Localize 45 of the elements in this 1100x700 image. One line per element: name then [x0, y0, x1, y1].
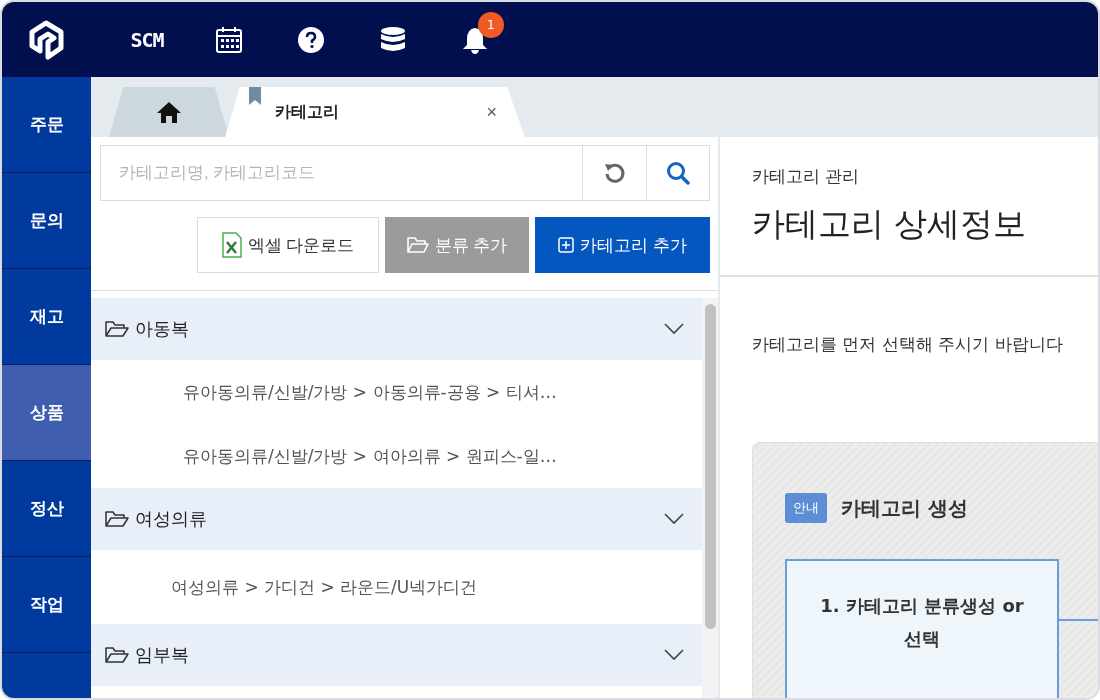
- database-icon[interactable]: [380, 25, 406, 54]
- folder-icon: [105, 510, 129, 528]
- page-title: 카테고리 상세정보: [752, 203, 1028, 245]
- chevron-down-icon: [664, 513, 684, 525]
- category-item[interactable]: 유아동의류/신발/가방 > 아동의류-공용 > 티셔…: [91, 360, 702, 424]
- group-name: 임부복: [135, 643, 189, 667]
- category-item[interactable]: 유아동의류/신발/가방 > 여아의류 > 원피스-일…: [91, 424, 702, 488]
- home-tab[interactable]: [109, 87, 229, 137]
- sidebar-item[interactable]: 상품: [2, 365, 91, 461]
- spreadsheet-icon: [221, 232, 242, 258]
- category-item[interactable]: 여성의류 > 가디건 > 라운드/U넥가디건: [91, 550, 702, 624]
- step-box: 1. 카테고리 분류생성 or 선택: [785, 559, 1059, 698]
- logo-icon[interactable]: [28, 19, 64, 60]
- folder-icon: [105, 646, 129, 664]
- group-name: 여성의류: [135, 507, 207, 531]
- tab-label: 카테고리: [275, 101, 339, 123]
- group-name: 아동복: [135, 317, 189, 341]
- plus-square-icon: [558, 237, 575, 253]
- refresh-icon: [603, 162, 626, 184]
- bell-icon[interactable]: [462, 25, 488, 54]
- category-group[interactable]: 여성의류: [91, 488, 702, 550]
- empty-message: 카테고리를 먼저 선택해 주시기 바랍니다: [752, 333, 1064, 356]
- notification-badge: 1: [478, 11, 504, 38]
- reset-button[interactable]: [582, 145, 646, 201]
- close-button[interactable]: ×: [486, 101, 497, 123]
- guide-badge: 안내: [785, 493, 827, 523]
- connector-line: [1059, 619, 1098, 621]
- category-group[interactable]: 아동복: [91, 298, 702, 360]
- folder-icon: [406, 236, 429, 254]
- search-field[interactable]: 카테고리명, 카테고리코드: [100, 145, 582, 201]
- guide-title: 카테고리 생성: [841, 494, 968, 522]
- excel-download-button[interactable]: 엑셀 다운로드: [197, 217, 379, 273]
- search-icon: [666, 161, 690, 185]
- chevron-down-icon: [664, 649, 684, 661]
- page-tab[interactable]: 카테고리 ×: [225, 87, 525, 137]
- search-button[interactable]: [646, 145, 710, 201]
- brand-link[interactable]: SCM: [130, 27, 164, 52]
- category-group[interactable]: 임부복: [91, 624, 702, 686]
- calendar-icon[interactable]: [215, 25, 243, 54]
- help-icon[interactable]: [298, 26, 324, 53]
- chevron-down-icon: [664, 323, 684, 335]
- add-category-button[interactable]: 카테고리 추가: [535, 217, 710, 273]
- folder-icon: [105, 320, 129, 338]
- breadcrumb: 카테고리 관리: [752, 165, 861, 188]
- home-icon: [156, 101, 182, 123]
